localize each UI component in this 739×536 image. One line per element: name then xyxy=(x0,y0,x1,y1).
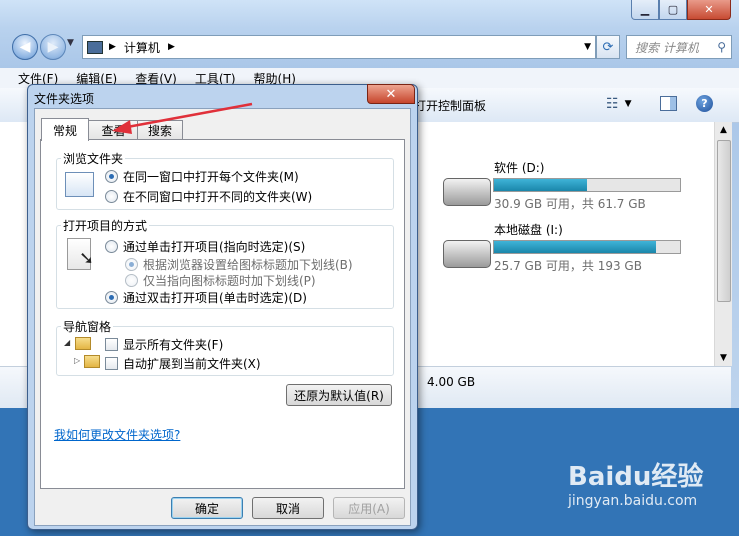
radio-single-click[interactable] xyxy=(105,240,118,253)
close-icon: ✕ xyxy=(385,86,397,102)
show-all-folders-option[interactable]: 显示所有文件夹(F) xyxy=(105,336,223,353)
checkbox-auto-expand-label: 自动扩展到当前文件夹(X) xyxy=(123,357,261,371)
browse-new-window-option[interactable]: 在不同窗口中打开不同的文件夹(W) xyxy=(105,188,312,205)
radio-underline-hover[interactable] xyxy=(125,274,138,287)
drive-usage-bar xyxy=(493,240,681,254)
views-dropdown-icon: ▼ xyxy=(624,99,632,109)
back-button[interactable]: ◀ xyxy=(12,34,38,60)
drive-name[interactable]: 本地磁盘 (I:) xyxy=(494,221,563,238)
hard-drive-icon xyxy=(443,240,491,268)
address-dropdown-icon[interactable]: ▼ xyxy=(584,42,591,52)
drive-usage-fill xyxy=(494,241,656,253)
cursor-icon: ➘ xyxy=(79,248,95,269)
drive-name[interactable]: 软件 (D:) xyxy=(494,159,544,176)
radio-new-window[interactable] xyxy=(105,190,118,203)
double-click-option[interactable]: 通过双击打开项目(单击时选定)(D) xyxy=(105,289,307,306)
apply-button[interactable]: 应用(A) xyxy=(333,497,405,519)
scroll-down-arrow-icon[interactable]: ▼ xyxy=(715,350,732,366)
checkbox-auto-expand[interactable] xyxy=(105,357,118,370)
hard-drive-icon xyxy=(443,178,491,206)
open-control-panel-button[interactable]: 打开控制面板 xyxy=(414,97,486,114)
close-button[interactable]: ✕ xyxy=(687,0,731,20)
watermark-url: jingyan.baidu.com xyxy=(568,493,698,509)
vertical-scrollbar[interactable]: ▲ ▼ xyxy=(714,122,732,366)
ok-button[interactable]: 确定 xyxy=(171,497,243,519)
breadcrumb-computer[interactable]: 计算机 xyxy=(124,39,160,56)
tab-general[interactable]: 常规 xyxy=(41,118,89,141)
dialog-title: 文件夹选项 xyxy=(34,92,95,106)
radio-underline-browser[interactable] xyxy=(125,258,138,271)
forward-arrow-icon: ▶ xyxy=(47,39,59,55)
tab-general-label: 常规 xyxy=(52,123,77,138)
underline-hover-option[interactable]: 仅当指向图标标题时加下划线(P) xyxy=(125,272,316,289)
radio-single-click-label: 通过单击打开项目(指向时选定)(S) xyxy=(123,240,306,254)
browse-same-window-option[interactable]: 在同一窗口中打开每个文件夹(M) xyxy=(105,168,299,185)
scrollbar-thumb[interactable] xyxy=(717,140,731,302)
baidu-watermark: Baidu经验 jingyan.baidu.com xyxy=(568,456,734,522)
radio-double-click[interactable] xyxy=(105,291,118,304)
click-items-label: 打开项目的方式 xyxy=(61,217,150,234)
restore-defaults-button[interactable]: 还原为默认值(R) xyxy=(286,384,392,406)
drive-usage-text: 25.7 GB 可用，共 193 GB xyxy=(494,259,642,273)
refresh-icon: ⟳ xyxy=(602,39,614,55)
minimize-button[interactable]: ▁ xyxy=(631,0,659,20)
views-icon: ☷ xyxy=(606,96,619,112)
auto-expand-option[interactable]: 自动扩展到当前文件夹(X) xyxy=(105,355,261,372)
underline-browser-option[interactable]: 根据浏览器设置给图标标题加下划线(B) xyxy=(125,256,353,273)
radio-same-window-label: 在同一窗口中打开每个文件夹(M) xyxy=(123,170,299,184)
search-placeholder: 搜索 计算机 xyxy=(635,40,699,55)
checkbox-show-all-folders-label: 显示所有文件夹(F) xyxy=(123,338,224,352)
drive-usage-text: 30.9 GB 可用，共 61.7 GB xyxy=(494,197,646,211)
help-link[interactable]: 我如何更改文件夹选项? xyxy=(54,426,180,443)
refresh-button[interactable]: ⟳ xyxy=(596,35,620,59)
computer-icon xyxy=(87,40,103,54)
breadcrumb-chevron-icon: ▶ xyxy=(109,42,116,52)
annotation-arrow-head xyxy=(112,120,132,134)
back-arrow-icon: ◀ xyxy=(19,39,31,55)
radio-double-click-label: 通过双击打开项目(单击时选定)(D) xyxy=(123,291,307,305)
radio-new-window-label: 在不同窗口中打开不同的文件夹(W) xyxy=(123,190,313,204)
preview-pane-icon[interactable] xyxy=(660,96,677,111)
folder-icon xyxy=(84,355,100,368)
radio-underline-hover-label: 仅当指向图标标题时加下划线(P) xyxy=(143,274,316,288)
view-options[interactable]: ☷ ▼ xyxy=(606,96,631,112)
folder-icon xyxy=(75,337,91,350)
checkbox-show-all-folders[interactable] xyxy=(105,338,118,351)
forward-button[interactable]: ▶ xyxy=(40,34,66,60)
details-memory: 4.00 GB xyxy=(427,375,476,389)
browse-window-icon xyxy=(65,172,94,197)
maximize-button[interactable]: ▢ xyxy=(659,0,687,20)
cancel-button[interactable]: 取消 xyxy=(252,497,324,519)
annotation-arrow-shaft xyxy=(121,102,253,130)
search-input[interactable]: 搜索 计算机 ⚲ xyxy=(626,35,732,59)
radio-underline-browser-label: 根据浏览器设置给图标标题加下划线(B) xyxy=(143,258,353,272)
tree-collapsed-icon: ▷ xyxy=(74,356,81,365)
dialog-close-button[interactable]: ✕ xyxy=(367,84,415,104)
breadcrumb-chevron-icon: ▶ xyxy=(167,42,175,52)
tree-expanded-icon: ◢ xyxy=(64,338,71,347)
drive-usage-bar xyxy=(493,178,681,192)
window-caption-buttons: ▁ ▢ ✕ xyxy=(631,0,731,20)
navigation-pane-label: 导航窗格 xyxy=(61,318,114,335)
radio-same-window[interactable] xyxy=(105,170,118,183)
single-click-option[interactable]: 通过单击打开项目(指向时选定)(S) xyxy=(105,238,305,255)
address-bar[interactable]: ▶ 计算机 ▶ ▼ xyxy=(82,35,596,59)
watermark-logo: Baidu经验 xyxy=(568,462,704,492)
annotation-arrow xyxy=(112,102,253,134)
browse-folders-label: 浏览文件夹 xyxy=(61,150,126,167)
search-icon: ⚲ xyxy=(717,40,726,54)
recent-pages-dropdown[interactable]: ▼ xyxy=(67,38,74,48)
drive-usage-fill xyxy=(494,179,587,191)
scroll-up-arrow-icon[interactable]: ▲ xyxy=(715,122,732,138)
help-icon[interactable]: ? xyxy=(696,95,713,112)
